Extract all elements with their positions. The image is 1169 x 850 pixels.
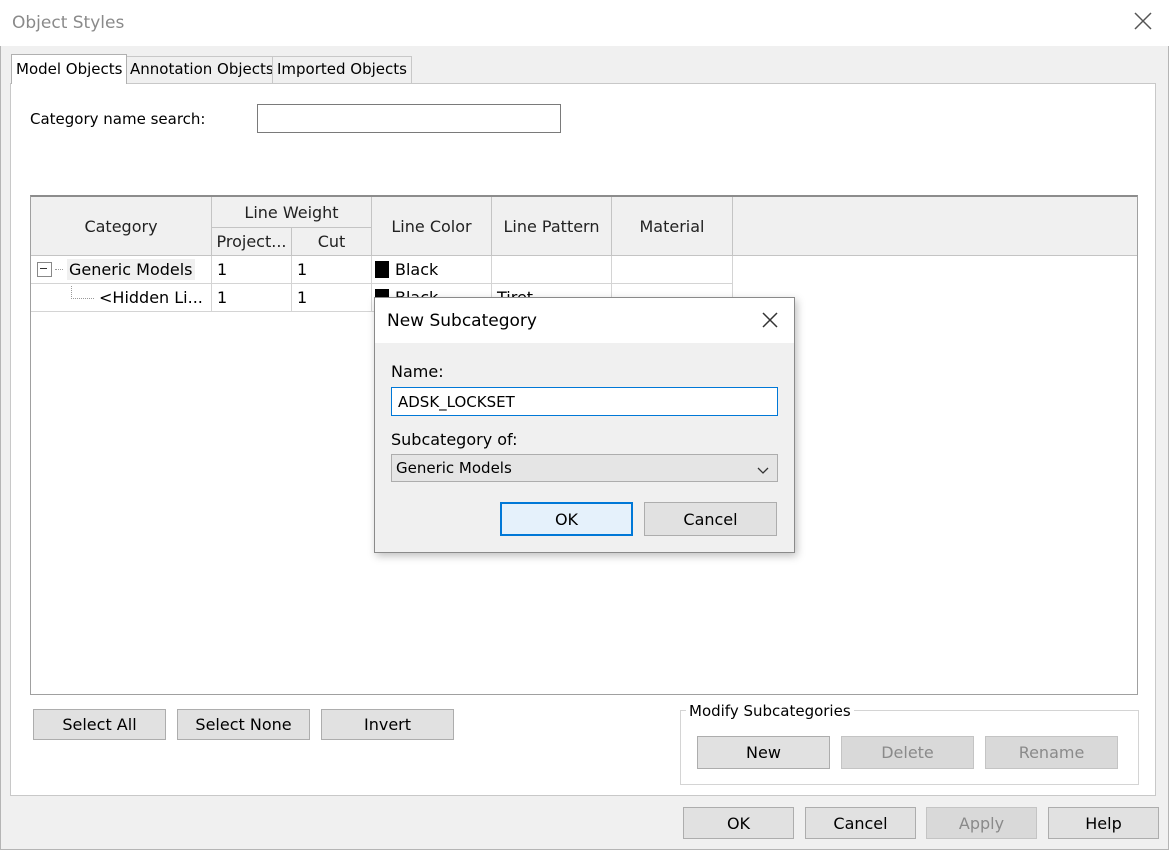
header-cut[interactable]: Cut	[292, 228, 372, 256]
table-cell-line-pattern[interactable]	[492, 256, 612, 284]
subcategory-of-select[interactable]: Generic Models	[391, 454, 778, 482]
dialog-close-icon[interactable]	[760, 310, 780, 330]
close-icon[interactable]	[1132, 10, 1154, 32]
search-label: Category name search:	[30, 110, 206, 128]
dialog-ok-button[interactable]: OK	[500, 502, 633, 536]
ok-button[interactable]: OK	[683, 807, 794, 839]
header-line-color[interactable]: Line Color	[372, 197, 492, 256]
invert-button[interactable]: Invert	[321, 709, 454, 740]
dialog-cancel-button[interactable]: Cancel	[644, 502, 777, 536]
header-line-pattern[interactable]: Line Pattern	[492, 197, 612, 256]
header-category[interactable]: Category	[31, 197, 212, 256]
tab-model-objects[interactable]: Model Objects	[11, 54, 128, 84]
name-label: Name:	[391, 362, 444, 381]
subcategory-name: <Hidden Li...	[99, 288, 203, 307]
subcategory-of-value: Generic Models	[396, 459, 512, 477]
line-color-label: Black	[395, 260, 439, 279]
select-all-button[interactable]: Select All	[33, 709, 166, 740]
title-bar	[0, 0, 1169, 46]
header-material[interactable]: Material	[612, 197, 733, 256]
rename-subcategory-button[interactable]: Rename	[985, 736, 1118, 769]
header-filler	[733, 197, 1137, 256]
tab-imported-objects[interactable]: Imported Objects	[272, 56, 412, 83]
header-line-weight: Line Weight	[212, 197, 372, 228]
table-cell-cut[interactable]: 1	[292, 284, 372, 312]
delete-subcategory-button[interactable]: Delete	[841, 736, 974, 769]
new-subcategory-button[interactable]: New	[697, 736, 830, 769]
tab-annotation-objects[interactable]: Annotation Objects	[125, 56, 279, 83]
table-cell-material[interactable]	[612, 256, 733, 284]
table-cell-projection[interactable]: 1	[212, 256, 292, 284]
color-swatch	[375, 261, 389, 278]
category-search-input[interactable]	[257, 104, 561, 133]
category-name: Generic Models	[67, 259, 195, 280]
subcategory-name-input[interactable]	[391, 387, 778, 416]
collapse-icon[interactable]	[37, 262, 52, 277]
table-cell-projection[interactable]: 1	[212, 284, 292, 312]
chevron-down-icon[interactable]	[757, 462, 769, 474]
table-cell-line-color[interactable]: Black	[372, 256, 492, 284]
select-none-button[interactable]: Select None	[177, 709, 310, 740]
header-projection[interactable]: Project...	[212, 228, 292, 256]
window-title: Object Styles	[12, 13, 125, 33]
table-row-category[interactable]: Generic Models	[31, 256, 212, 284]
subcategory-of-label: Subcategory of:	[391, 430, 518, 449]
dialog-title: New Subcategory	[387, 311, 537, 331]
cancel-button[interactable]: Cancel	[805, 807, 916, 839]
modify-subcategories-legend: Modify Subcategories	[686, 702, 854, 720]
table-cell-cut[interactable]: 1	[292, 256, 372, 284]
apply-button[interactable]: Apply	[926, 807, 1037, 839]
help-button[interactable]: Help	[1048, 807, 1159, 839]
table-row-category[interactable]: <Hidden Li...	[31, 284, 212, 312]
